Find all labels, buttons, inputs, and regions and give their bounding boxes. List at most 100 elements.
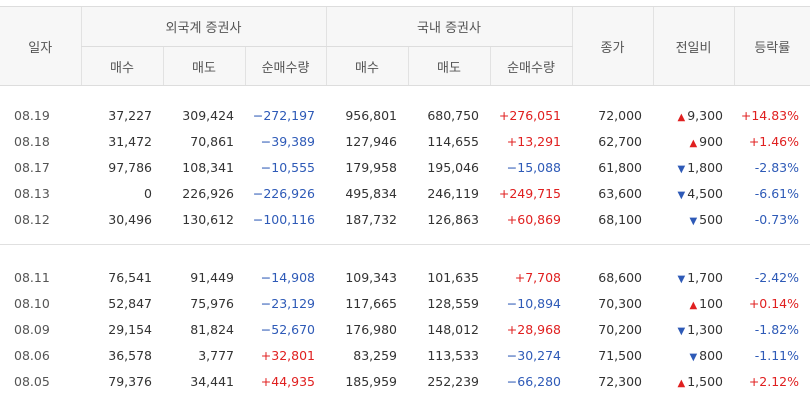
foreign-buy-cell: 97,786 <box>108 159 152 175</box>
foreign-net-cell: −39,389 <box>260 133 316 149</box>
date-cell: 08.09 <box>14 321 50 337</box>
change-value: 1,500 <box>687 373 724 389</box>
triangle-down-icon: ▼ <box>677 325 686 337</box>
date-cell: 08.10 <box>14 295 50 311</box>
change-value: 800 <box>699 347 724 363</box>
foreign-sell-cell: 75,976 <box>190 295 234 311</box>
domestic-buy-cell: 176,980 <box>345 321 398 337</box>
foreign-net-cell: −52,670 <box>260 321 316 337</box>
triangle-down-icon: ▼ <box>677 273 686 285</box>
date-cell: 08.11 <box>14 269 50 285</box>
domestic-buy-cell: 187,732 <box>345 211 398 227</box>
table-row: 08.09 29,154 81,824 −52,670 176,980 148,012 +2… <box>0 316 810 342</box>
foreign-net-cell: −100,116 <box>252 211 316 227</box>
domestic-buy-cell: 117,665 <box>345 295 398 311</box>
rate-cell: -2.42% <box>754 269 800 285</box>
close-price-cell: 61,800 <box>598 159 643 175</box>
foreign-sell-cell: 3,777 <box>198 347 234 363</box>
foreign-net-cell: −226,926 <box>252 185 316 201</box>
domestic-sell-cell: 113,533 <box>427 347 480 363</box>
domestic-buy-cell: 185,959 <box>345 373 398 389</box>
domestic-net-cell: −15,088 <box>506 159 562 175</box>
change-value: 1,800 <box>687 159 724 175</box>
foreign-sell-cell: 130,612 <box>182 211 234 227</box>
close-price-cell: 68,100 <box>598 211 643 227</box>
date-cell: 08.06 <box>14 347 50 363</box>
header-domestic-buy: 매수 <box>325 46 409 86</box>
table-row: 08.17 97,786 108,341 −10,555 179,958 195,046 −… <box>0 154 810 180</box>
foreign-buy-cell: 30,496 <box>108 211 152 227</box>
date-cell: 08.12 <box>14 211 50 227</box>
change-cell: ▼ 800 <box>653 342 734 368</box>
close-price-cell: 71,500 <box>598 347 643 363</box>
rate-cell: -1.11% <box>754 347 800 363</box>
date-cell: 08.05 <box>14 373 50 389</box>
close-price-cell: 63,600 <box>598 185 643 201</box>
change-cell: ▼ 4,500 <box>653 180 734 206</box>
foreign-buy-cell: 79,376 <box>108 373 152 389</box>
foreign-buy-cell: 36,578 <box>108 347 152 363</box>
table-row: 08.11 76,541 91,449 −14,908 109,343 101,635 +7… <box>0 264 810 290</box>
date-cell: 08.17 <box>14 159 50 175</box>
change-value: 100 <box>699 295 724 311</box>
foreign-net-cell: +44,935 <box>260 373 316 389</box>
domestic-buy-cell: 495,834 <box>345 185 398 201</box>
change-cell: ▲ 100 <box>653 290 734 316</box>
change-cell: ▲ 9,300 <box>653 102 734 128</box>
table-row: 08.12 30,496 130,612 −100,116 187,732 126,863… <box>0 206 810 232</box>
domestic-net-cell: −10,894 <box>506 295 562 311</box>
rate-cell: -2.83% <box>754 159 800 175</box>
triangle-down-icon: ▼ <box>677 189 686 201</box>
domestic-net-cell: +249,715 <box>498 185 562 201</box>
close-price-cell: 70,300 <box>598 295 643 311</box>
foreign-buy-cell: 31,472 <box>108 133 152 149</box>
close-price-cell: 62,700 <box>598 133 643 149</box>
header-foreign-buy: 매수 <box>80 46 163 86</box>
header-domestic-sell: 매도 <box>407 46 491 86</box>
foreign-net-cell: −23,129 <box>260 295 316 311</box>
table-row: 08.19 37,227 309,424 −272,197 956,801 680,750… <box>0 102 810 128</box>
header-domestic-net: 순매수량 <box>489 46 573 86</box>
domestic-net-cell: +276,051 <box>498 107 562 123</box>
table-body: 08.19 37,227 309,424 −272,197 956,801 680,750… <box>0 86 811 395</box>
foreign-net-cell: −10,555 <box>260 159 316 175</box>
change-value: 9,300 <box>687 107 724 123</box>
domestic-net-cell: −66,280 <box>506 373 562 389</box>
date-cell: 08.13 <box>14 185 50 201</box>
table-row: 08.13 0 226,926 −226,926 495,834 246,119 +249,… <box>0 180 810 206</box>
table-row: 08.06 36,578 3,777 +32,801 83,259 113,533 −30,… <box>0 342 810 368</box>
domestic-sell-cell: 680,750 <box>427 107 480 123</box>
domestic-sell-cell: 252,239 <box>427 373 480 389</box>
group-divider <box>0 244 811 264</box>
change-value: 4,500 <box>687 185 724 201</box>
change-cell: ▲ 900 <box>653 128 734 154</box>
domestic-sell-cell: 148,012 <box>427 321 480 337</box>
foreign-buy-cell: 0 <box>144 185 152 201</box>
header-foreign-brokers: 외국계 증권사 <box>80 6 327 47</box>
triangle-down-icon: ▼ <box>689 215 698 227</box>
triangle-down-icon: ▼ <box>677 163 686 175</box>
triangle-up-icon: ▲ <box>689 137 698 149</box>
foreign-sell-cell: 309,424 <box>182 107 234 123</box>
change-cell: ▼ 1,800 <box>653 154 734 180</box>
table-row: 08.10 52,847 75,976 −23,129 117,665 128,559 −1… <box>0 290 810 316</box>
change-value: 500 <box>699 211 724 227</box>
foreign-net-cell: −14,908 <box>260 269 316 285</box>
close-price-cell: 70,200 <box>598 321 643 337</box>
trading-table-container: 일자 외국계 증권사 국내 증권사 종가 전일비 등락률 매수 매도 순매수량 … <box>0 0 812 410</box>
header-foreign-net: 순매수량 <box>244 46 327 86</box>
change-value: 1,700 <box>687 269 724 285</box>
rate-cell: +2.12% <box>748 373 800 389</box>
close-price-cell: 72,000 <box>598 107 643 123</box>
domestic-sell-cell: 114,655 <box>427 133 480 149</box>
domestic-net-cell: +28,968 <box>506 321 562 337</box>
date-cell: 08.19 <box>14 107 50 123</box>
date-cell: 08.18 <box>14 133 50 149</box>
domestic-buy-cell: 179,958 <box>345 159 398 175</box>
domestic-sell-cell: 126,863 <box>427 211 480 227</box>
rate-cell: +14.83% <box>740 107 800 123</box>
foreign-buy-cell: 52,847 <box>108 295 152 311</box>
triangle-down-icon: ▼ <box>689 351 698 363</box>
foreign-buy-cell: 37,227 <box>108 107 152 123</box>
foreign-sell-cell: 226,926 <box>182 185 234 201</box>
